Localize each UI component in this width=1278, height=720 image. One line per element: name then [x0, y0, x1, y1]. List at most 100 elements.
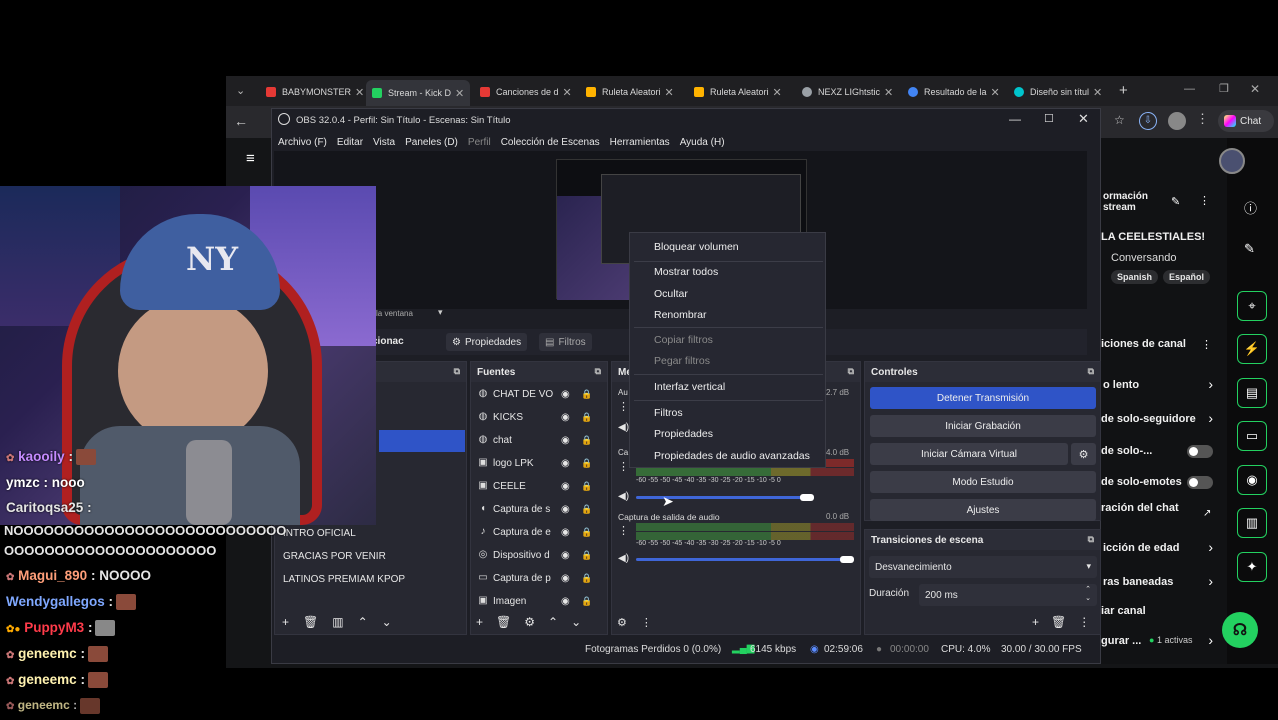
- source-row[interactable]: ◍ KICKS ◉ 🔒: [471, 407, 601, 427]
- menu-view[interactable]: Vista: [373, 137, 395, 148]
- lock-icon[interactable]: 🔒: [581, 412, 592, 423]
- scene-item[interactable]: GRACIAS POR VENIR: [283, 551, 386, 562]
- filter-icon[interactable]: ▥: [332, 615, 343, 629]
- subs-only-toggle[interactable]: [1187, 445, 1213, 458]
- close-icon[interactable]: ✕: [884, 86, 893, 99]
- volume-slider[interactable]: [636, 558, 846, 561]
- add-icon[interactable]: +: [1032, 615, 1039, 629]
- lock-icon[interactable]: 🔒: [581, 527, 592, 538]
- banned-words-item[interactable]: ras baneadas: [1103, 576, 1173, 588]
- scene-item[interactable]: LATINOS PREMIAM KPOP: [283, 574, 405, 585]
- speaker-icon[interactable]: ◀): [618, 553, 629, 564]
- kebab-icon[interactable]: ⋮: [618, 460, 629, 473]
- source-row[interactable]: ▣ Imagen ◉ 🔒: [471, 591, 601, 611]
- lock-icon[interactable]: 🔒: [581, 481, 592, 492]
- source-row[interactable]: ▣ CEELE ◉ 🔒: [471, 476, 601, 496]
- tag-badge[interactable]: Español: [1163, 270, 1211, 284]
- properties-button[interactable]: ⚙ Propiedades: [446, 333, 528, 351]
- studio-mode-button[interactable]: Modo Estudio: [870, 471, 1096, 493]
- external-link-icon[interactable]: ↗: [1203, 508, 1211, 519]
- menu-paste-filters[interactable]: Pegar filtros: [654, 355, 710, 367]
- gear-icon[interactable]: ⚙: [617, 616, 627, 629]
- chat-duration-item[interactable]: ración del chat: [1101, 502, 1179, 514]
- close-window-icon[interactable]: ✕: [1250, 82, 1260, 96]
- more-icon[interactable]: ⋮: [1196, 111, 1209, 127]
- clear-channel-item[interactable]: iar canal: [1101, 605, 1146, 617]
- headset-icon[interactable]: ☊: [1222, 612, 1258, 648]
- menu-filters[interactable]: Filtros: [654, 407, 683, 419]
- close-icon[interactable]: ✕: [455, 87, 464, 100]
- wrench-icon[interactable]: ✦: [1237, 552, 1267, 582]
- trash-icon[interactable]: 🗑: [496, 615, 511, 629]
- undock-icon[interactable]: ⧉: [1088, 534, 1094, 545]
- undock-icon[interactable]: ⧉: [848, 366, 854, 377]
- lock-icon[interactable]: 🔒: [581, 573, 592, 584]
- browser-tab[interactable]: NEXZ LIGhtstic ✕: [796, 81, 900, 103]
- age-restriction-item[interactable]: icción de edad: [1103, 542, 1179, 554]
- camera-focus-icon[interactable]: ⌖: [1237, 291, 1267, 321]
- browser-tab[interactable]: BABYMONSTER ✕: [260, 81, 364, 103]
- eye-icon[interactable]: ◉: [561, 596, 575, 607]
- add-icon[interactable]: +: [282, 615, 289, 629]
- volume-knob[interactable]: [800, 494, 814, 501]
- lock-icon[interactable]: 🔒: [581, 435, 592, 446]
- browser-tab[interactable]: Canciones de d ✕: [474, 81, 578, 103]
- eye-icon[interactable]: ◉: [561, 389, 575, 400]
- browser-tab[interactable]: Diseño sin títul ✕: [1008, 81, 1112, 103]
- start-virtual-cam-button[interactable]: Iniciar Cámara Virtual: [870, 443, 1068, 465]
- new-tab-icon[interactable]: +: [1119, 82, 1128, 99]
- undock-icon[interactable]: ⧉: [454, 366, 460, 377]
- document-icon[interactable]: ▤: [1237, 378, 1267, 408]
- undock-icon[interactable]: ⧉: [595, 366, 601, 377]
- bolt-icon[interactable]: ⚡: [1237, 334, 1267, 364]
- lock-icon[interactable]: 🔒: [581, 389, 592, 400]
- lock-icon[interactable]: 🔒: [581, 458, 592, 469]
- eye-icon[interactable]: ◉: [561, 504, 575, 515]
- trash-icon[interactable]: 🗑: [303, 615, 318, 629]
- info-icon[interactable]: ⓘ: [1244, 198, 1257, 217]
- more-icon[interactable]: ⋮: [1199, 194, 1210, 207]
- start-recording-button[interactable]: Iniciar Grabación: [870, 415, 1096, 437]
- source-row[interactable]: ◍ CHAT DE VOZ ◉ 🔒: [471, 384, 601, 404]
- kebab-icon[interactable]: ⋮: [1078, 615, 1090, 629]
- source-row[interactable]: ◎ Dispositivo d ◉ 🔒: [471, 545, 601, 565]
- back-icon[interactable]: ←: [234, 113, 248, 129]
- source-row[interactable]: ▭ Captura de p ◉ 🔒: [471, 568, 601, 588]
- filters-button[interactable]: ▤ Filtros: [539, 333, 592, 351]
- chat-bubble-icon[interactable]: ▭: [1237, 421, 1267, 451]
- menu-vertical-interface[interactable]: Interfaz vertical: [654, 381, 725, 393]
- browser-tab[interactable]: Ruleta Aleatori ✕: [688, 81, 792, 103]
- eye-icon[interactable]: ◉: [561, 435, 575, 446]
- eye-icon[interactable]: ◉: [561, 527, 575, 538]
- stop-stream-button[interactable]: Detener Transmisión: [870, 387, 1096, 409]
- avatar[interactable]: [1219, 148, 1245, 174]
- browser-tab[interactable]: Stream - Kick D ✕: [366, 80, 470, 106]
- menu-lock-volume[interactable]: Bloquear volumen: [654, 241, 739, 253]
- trash-icon[interactable]: 🗑: [1051, 615, 1066, 629]
- browser-tab[interactable]: Resultado de la ✕: [902, 81, 1006, 103]
- menu-profile[interactable]: Perfil: [468, 137, 491, 148]
- followers-only-item[interactable]: de solo-seguidore: [1101, 413, 1196, 425]
- eye-icon[interactable]: ◉: [561, 481, 575, 492]
- duration-input[interactable]: 200 ms ⌃ ⌄: [919, 584, 1097, 606]
- print-icon[interactable]: ▥: [1237, 508, 1267, 538]
- close-icon[interactable]: ✕: [1078, 111, 1089, 127]
- scene-selected-highlight[interactable]: [379, 430, 465, 452]
- menu-show-all[interactable]: Mostrar todos: [654, 266, 718, 278]
- configure-item[interactable]: gurar ...: [1101, 635, 1141, 647]
- lock-icon[interactable]: 🔒: [581, 550, 592, 561]
- source-row[interactable]: ♪ Captura de e ◉ 🔒: [471, 522, 601, 542]
- menu-scene-collection[interactable]: Colección de Escenas: [501, 137, 600, 148]
- slow-mode-item[interactable]: o lento: [1103, 379, 1139, 391]
- speaker-icon[interactable]: ◀): [618, 491, 629, 502]
- close-icon[interactable]: ✕: [563, 86, 572, 99]
- arrow-down-icon[interactable]: ⌄: [382, 615, 392, 629]
- source-row[interactable]: ◍ chat ◉ 🔒: [471, 430, 601, 450]
- maximize-icon[interactable]: ❐: [1219, 82, 1229, 95]
- source-row[interactable]: ◖ Captura de s ◉ 🔒: [471, 499, 601, 519]
- lock-icon[interactable]: 🔒: [581, 596, 592, 607]
- menu-hide[interactable]: Ocultar: [654, 288, 688, 300]
- pencil-icon[interactable]: ✎: [1171, 195, 1180, 208]
- browser-tab[interactable]: Ruleta Aleatori ✕: [580, 81, 684, 103]
- menu-help[interactable]: Ayuda (H): [680, 137, 725, 148]
